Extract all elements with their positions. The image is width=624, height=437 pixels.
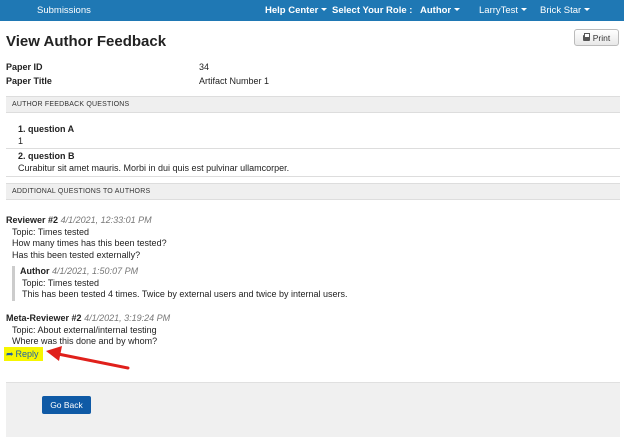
annotation-arrow bbox=[46, 346, 130, 370]
go-back-button[interactable]: Go Back bbox=[42, 396, 91, 414]
footer-bar bbox=[6, 382, 620, 437]
